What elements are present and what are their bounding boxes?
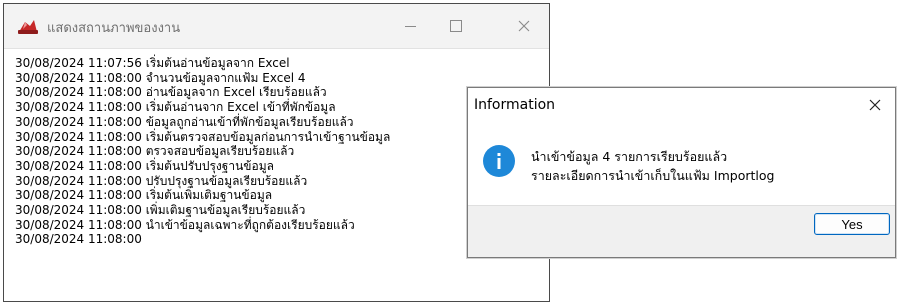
log-line: 30/08/2024 11:08:00 จำนวนข้อมูลจากแฟ้ม E… — [15, 70, 306, 85]
log-line: 30/08/2024 11:07:56 เริ่มต้นอ่านข้อมูลจา… — [15, 56, 290, 70]
status-window-title: แสดงสถานภาพของงาน — [47, 21, 181, 36]
dialog-message-line-1: นำเข้าข้อมูล 4 รายการเรียบร้อยแล้ว — [531, 149, 728, 164]
maximize-button[interactable] — [433, 4, 479, 48]
minimize-icon — [404, 25, 416, 27]
dialog-title: Information — [474, 97, 556, 113]
close-icon — [518, 20, 530, 32]
dialog-message-line-2: รายละเอียดการนำเข้าเก็บในแฟ้ม Importlog — [531, 168, 775, 183]
dialog-titlebar[interactable]: Information — [468, 88, 895, 122]
dialog-close-button[interactable] — [855, 88, 895, 122]
information-dialog: Information นำเข้าข้อมูล 4 รายการเรียบร้… — [467, 87, 896, 258]
app-logo-icon — [17, 17, 39, 35]
close-icon — [869, 99, 881, 111]
minimize-button[interactable] — [387, 4, 433, 48]
dialog-footer: Yes — [468, 205, 895, 257]
info-icon — [482, 144, 516, 178]
close-button[interactable] — [501, 4, 547, 48]
status-window-titlebar[interactable]: แสดงสถานภาพของงาน — [4, 4, 549, 49]
yes-button[interactable]: Yes — [814, 213, 890, 235]
maximize-icon — [450, 20, 462, 32]
dialog-body: นำเข้าข้อมูล 4 รายการเรียบร้อยแล้ว รายละ… — [468, 122, 895, 205]
